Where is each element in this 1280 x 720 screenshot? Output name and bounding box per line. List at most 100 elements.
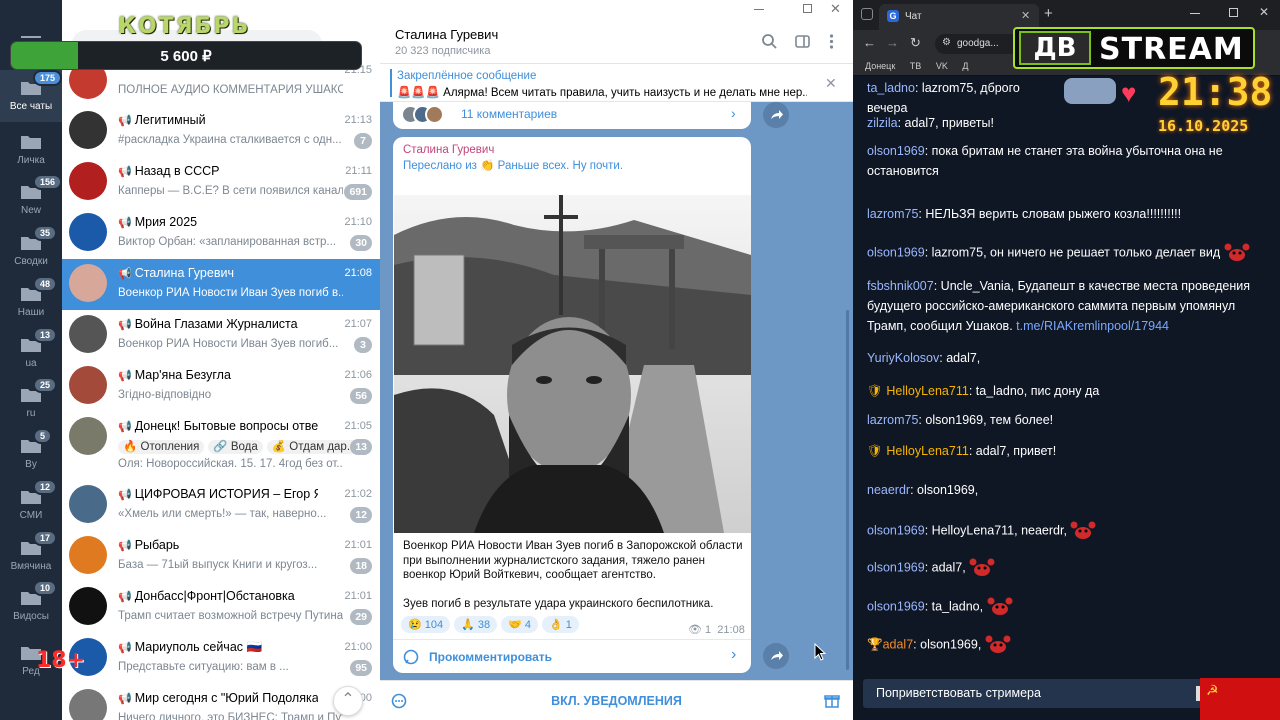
chat-time: 21:00 <box>344 641 372 653</box>
chat-link[interactable]: t.me/RIAKremlinpool/17944 <box>1016 319 1169 333</box>
chat-username[interactable]: zilzila <box>867 116 898 130</box>
chat-text: НЕЛЬЗЯ верить словам рыжего козла!!!!!!!… <box>925 207 1182 221</box>
folder-6[interactable]: ru 25 <box>0 377 62 427</box>
folder-icon <box>21 136 41 149</box>
chat-subtitle: 20 323 подписчика <box>395 45 491 57</box>
chat-item[interactable]: 📢 Назад в СССР 21:11 Капперы — В.С.Ё? В сет… <box>62 157 380 208</box>
bookmark[interactable]: Д <box>962 61 968 71</box>
folder-9[interactable]: Вмячина 17 <box>0 530 62 580</box>
minimize-icon[interactable] <box>1190 13 1200 14</box>
chat-username[interactable]: ta_ladno <box>867 81 915 95</box>
mouse-cursor-icon <box>814 643 827 661</box>
folder-10[interactable]: Видосы 10 <box>0 580 62 630</box>
chat-username[interactable]: YuriyKolosov <box>867 351 939 365</box>
reaction-cry[interactable]: 😢 104 <box>401 616 451 633</box>
chat-item[interactable]: 📢 Мариуполь сейчас 🇷🇺 21:00 Представьте сит… <box>62 633 380 684</box>
post-photo[interactable] <box>394 195 751 533</box>
share-button[interactable] <box>763 102 789 128</box>
new-tab-icon[interactable]: + <box>1044 5 1053 22</box>
comment-button[interactable]: Прокомментировать › <box>393 640 751 673</box>
chat-username[interactable]: olson1969 <box>867 144 925 158</box>
close-tab-icon[interactable]: ✕ <box>1021 9 1030 22</box>
maximize-icon[interactable] <box>803 4 812 13</box>
site-settings-icon[interactable]: ⚙ <box>942 37 951 48</box>
reaction-pray[interactable]: 🙏 38 <box>454 616 498 633</box>
chat-username[interactable]: lazrom75 <box>867 207 918 221</box>
forwarded-line[interactable]: Переслано из 👏 Раньше всех. Ну почти. <box>403 158 623 172</box>
chat-item[interactable]: 📢 Донбасс|Фронт|Обстановка 21:01 Трамп счит… <box>62 582 380 633</box>
chat-username[interactable]: olson1969 <box>867 560 925 574</box>
chat-message: 🛡 HelloyLena711: ta_ladno, пис дону да <box>867 384 1100 398</box>
close-icon[interactable]: ✕ <box>830 1 841 17</box>
search-icon[interactable] <box>762 34 777 49</box>
pinned-message[interactable]: Закреплённое сообщение 🚨🚨🚨 Алярма! Всем … <box>380 64 853 102</box>
sidebar-toggle-icon[interactable] <box>795 35 810 48</box>
folder-4[interactable]: Наши 48 <box>0 276 62 326</box>
bottom-bar: ВКЛ. УВЕДОМЛЕНИЯ <box>380 680 853 720</box>
avatar <box>69 162 107 200</box>
pinned-bar <box>390 69 392 97</box>
share-button[interactable] <box>763 643 789 669</box>
folder-7[interactable]: By 5 <box>0 428 62 478</box>
chat-item[interactable]: 📢 Легитимный 21:13 #раскладка Украина сталк… <box>62 106 380 157</box>
chat-username[interactable]: olson1969 <box>867 523 925 537</box>
folder-8[interactable]: СМИ 12 <box>0 479 62 529</box>
post-text-1: Военкор РИА Новости Иван Зуев погиб в За… <box>403 540 743 581</box>
chat-username[interactable]: olson1969 <box>867 599 925 613</box>
topic-tag[interactable]: 🔗 Вода <box>208 440 263 454</box>
folder-1[interactable]: Личка <box>0 124 62 174</box>
chat-username[interactable]: fsbshnik007 <box>867 279 934 293</box>
topic-tag[interactable]: 🔥 Отопления <box>118 440 205 454</box>
chat-username[interactable]: olson1969 <box>867 245 925 259</box>
balance-text: 5 600 ₽ <box>160 48 212 65</box>
notifications-toggle[interactable]: ВКЛ. УВЕДОМЛЕНИЯ <box>380 694 853 708</box>
bookmark[interactable]: ТВ <box>910 61 922 71</box>
chat-item[interactable]: 📢 Война Глазами Журналиста 21:07 Военкор РИ… <box>62 310 380 361</box>
gift-icon[interactable] <box>824 692 840 708</box>
chat-item[interactable]: 📢 Рыбарь 21:01 База — 71ый выпуск Книги и к… <box>62 531 380 582</box>
reaction-ok[interactable]: 👌 1 <box>541 616 579 633</box>
folder-0[interactable]: Все чаты 175 <box>0 70 63 122</box>
back-icon[interactable]: ← <box>863 35 876 50</box>
close-pinned-icon[interactable]: ✕ <box>825 75 837 92</box>
chat-username[interactable]: neaerdr <box>867 483 910 497</box>
folder-3[interactable]: Сводки 35 <box>0 225 62 275</box>
browser-tab[interactable]: G Чат ✕ <box>879 4 1039 30</box>
trophy-icon: 🏆 <box>867 637 883 652</box>
scrollbar[interactable] <box>846 310 849 670</box>
folder-label: By <box>25 459 37 470</box>
chat-item[interactable]: 📢 Мар'яна Безугла 21:06 Згідно-відповідно 56 <box>62 361 380 412</box>
chat-title[interactable]: Сталина Гуревич <box>395 27 498 42</box>
crab-emote-icon <box>969 558 995 576</box>
comments-link[interactable]: 11 комментариев <box>461 107 557 121</box>
folder-2[interactable]: New 156 <box>0 174 63 224</box>
forward-icon[interactable]: → <box>886 35 899 50</box>
folder-5[interactable]: ua 13 <box>0 327 62 377</box>
chat-name-text: Мрия 2025 <box>134 215 198 229</box>
chat-name: 📢 Мариуполь сейчас 🇷🇺 <box>118 640 318 655</box>
scroll-up-button[interactable]: ⌃ <box>333 686 363 716</box>
more-icon[interactable] <box>829 34 834 49</box>
close-icon[interactable]: ✕ <box>1259 5 1269 19</box>
post-channel[interactable]: Сталина Гуревич <box>403 144 494 156</box>
chat-text: adal7, <box>946 351 981 365</box>
chat-item[interactable]: 📢 Сталина Гуревич 21:08 Военкор РИА Новости… <box>62 259 380 310</box>
chat-item[interactable]: 📢 Донецк! Бытовые вопросы ответы: 21:05 🔥 О… <box>62 412 380 480</box>
forwarded-from[interactable]: 👏 Раньше всех. Ну почти. <box>480 160 623 172</box>
avatar <box>69 417 107 455</box>
chat-username[interactable]: HelloyLena711 <box>886 444 968 458</box>
bookmark[interactable]: Донецк <box>865 61 895 71</box>
chat-item[interactable]: 📢ЦИФРОВАЯ ИСТОРИЯ – Егор Яковлев 21:02 «Хм… <box>62 480 380 531</box>
reaction-handshake[interactable]: 🤝 4 <box>501 616 538 633</box>
chat-username[interactable]: HelloyLena711 <box>886 384 968 398</box>
maximize-icon[interactable] <box>1229 8 1238 17</box>
chat-item[interactable]: 📢 Мрия 2025 21:10 Виктор Орбан: «запланиров… <box>62 208 380 259</box>
chat-name-text: Мар'яна Безугла <box>134 368 231 382</box>
reload-icon[interactable]: ↻ <box>910 35 921 51</box>
tab-list-icon[interactable] <box>861 8 873 20</box>
bookmark[interactable]: VK <box>936 61 948 71</box>
chat-username[interactable]: adal7 <box>883 637 914 651</box>
topic-tag[interactable]: 💰 Отдам дар... <box>266 440 362 454</box>
chat-username[interactable]: lazrom75 <box>867 413 918 427</box>
minimize-icon[interactable] <box>754 9 764 10</box>
